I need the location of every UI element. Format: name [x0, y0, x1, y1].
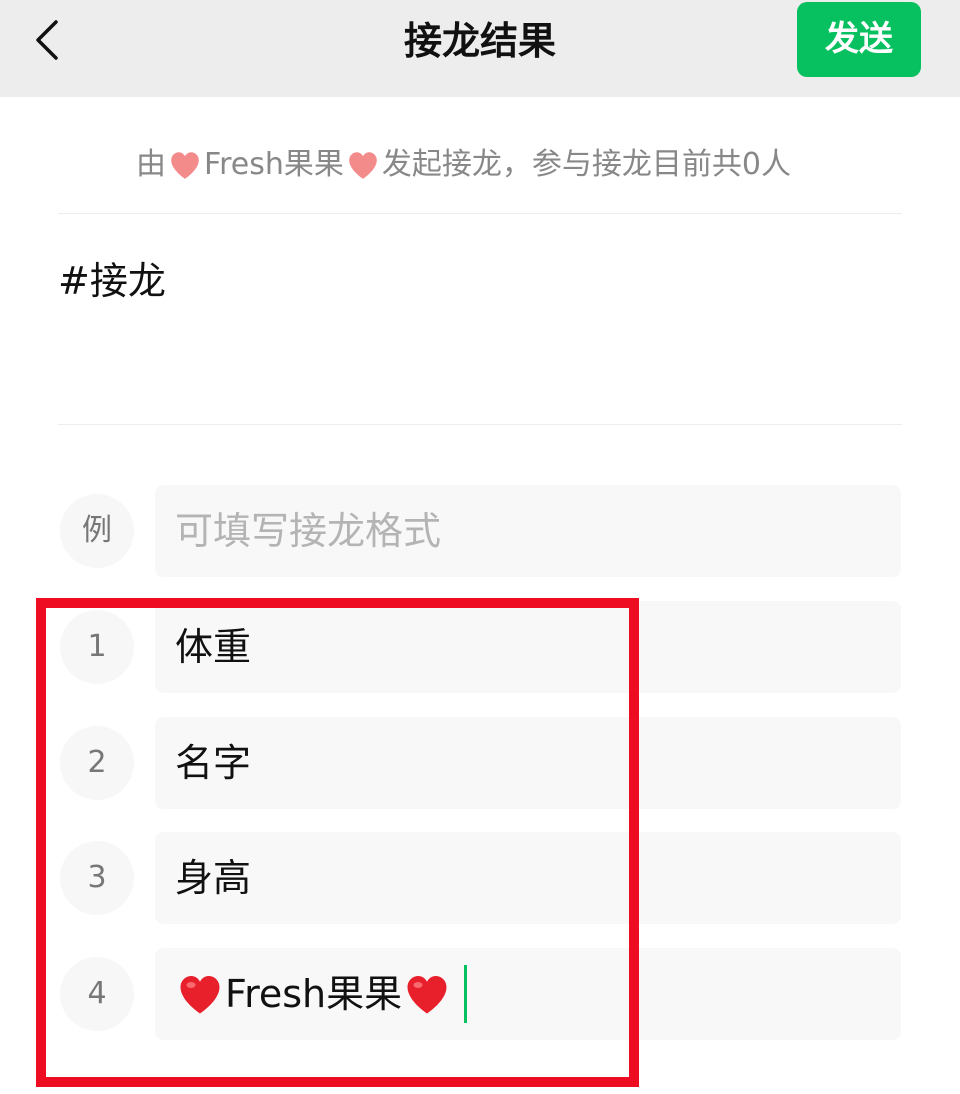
heart-icon: [407, 976, 447, 1014]
divider: [58, 213, 902, 214]
entry-input[interactable]: 身高: [155, 832, 901, 924]
entry-input[interactable]: 名字: [155, 717, 901, 809]
navigation-bar: 接龙结果 发送: [0, 0, 960, 97]
divider: [58, 424, 902, 425]
send-button[interactable]: 发送: [797, 2, 921, 77]
heart-icon: [349, 152, 377, 179]
entry-input[interactable]: 体重: [155, 601, 901, 693]
text-cursor: [464, 965, 468, 1023]
initiator-name: Fresh果果: [204, 147, 344, 182]
entry-text: Fresh果果: [225, 972, 403, 1016]
initiator-info: 由 Fresh果果 发起接龙，参与接龙目前共0人: [136, 140, 791, 190]
entry-index: 1: [60, 610, 134, 684]
entry-index: 3: [60, 841, 134, 915]
entry-input-active[interactable]: Fresh果果: [155, 948, 901, 1040]
entry-index: 4: [60, 957, 134, 1031]
example-format-input[interactable]: 可填写接龙格式: [155, 485, 901, 577]
heart-icon: [180, 976, 220, 1014]
example-badge: 例: [60, 494, 134, 568]
info-prefix: 由: [136, 147, 166, 182]
heart-icon: [171, 152, 199, 179]
topic-text[interactable]: #接龙: [58, 254, 166, 308]
entry-index: 2: [60, 726, 134, 800]
info-suffix: 发起接龙，参与接龙目前共0人: [381, 147, 791, 182]
